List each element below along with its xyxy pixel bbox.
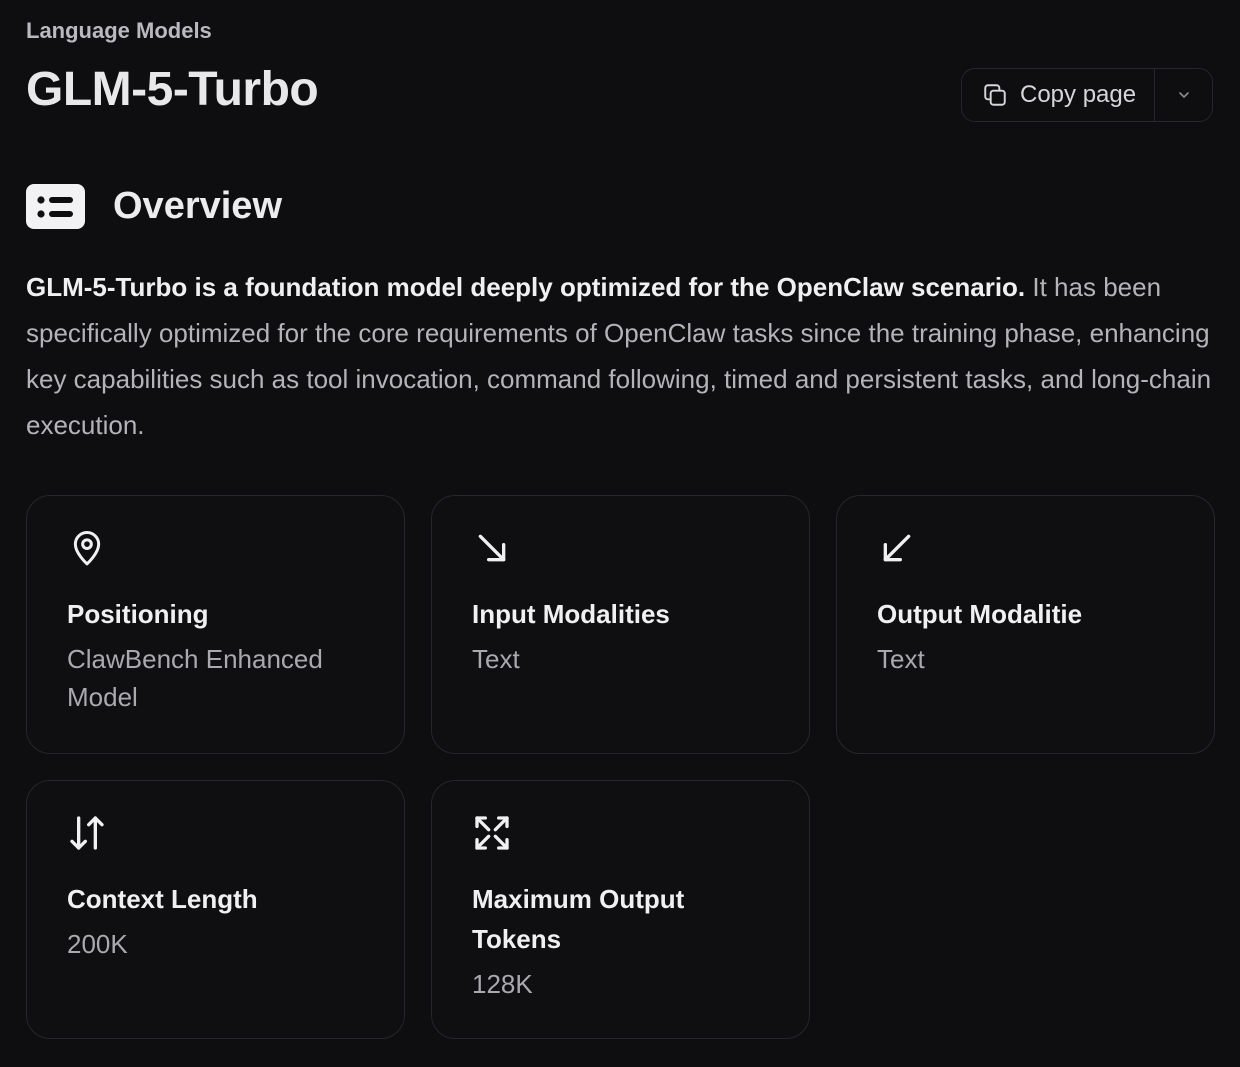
card-label: Context Length	[67, 884, 258, 914]
card-label: Input Modalities	[472, 599, 670, 629]
page-title: GLM-5-Turbo	[26, 63, 319, 116]
copy-page-button[interactable]: Copy page	[962, 69, 1156, 121]
card-context-length: Context Length 200K	[26, 780, 405, 1039]
card-value: Text	[472, 644, 520, 674]
card-input-modalities: Input Modalities Text	[431, 495, 810, 754]
chevron-down-icon	[1176, 87, 1192, 103]
copy-page-label: Copy page	[1020, 81, 1137, 108]
card-value: 128K	[472, 969, 533, 999]
overview-title: Overview	[113, 185, 282, 227]
card-positioning: Positioning ClawBench Enhanced Model	[26, 495, 405, 754]
card-label: Maximum Output Tokens	[472, 884, 685, 954]
page: Language Models GLM-5-Turbo Copy page Ov…	[0, 0, 1240, 1067]
card-max-output-tokens: Maximum Output Tokens 128K	[431, 780, 810, 1039]
card-value: ClawBench Enhanced Model	[67, 644, 323, 712]
expand-icon	[472, 813, 512, 853]
map-pin-icon	[67, 528, 107, 568]
card-value: 200K	[67, 929, 128, 959]
copy-page-dropdown-button[interactable]	[1155, 69, 1212, 121]
arrows-up-down-icon	[67, 813, 107, 853]
breadcrumb[interactable]: Language Models	[26, 18, 212, 44]
card-label: Output Modalitie	[877, 599, 1083, 629]
copy-icon	[982, 82, 1008, 108]
list-icon	[26, 184, 85, 229]
overview-description: GLM-5-Turbo is a foundation model deeply…	[26, 264, 1216, 448]
card-value: Text	[877, 644, 925, 674]
overview-description-bold: GLM-5-Turbo is a foundation model deeply…	[26, 272, 1026, 302]
arrow-down-right-icon	[472, 528, 512, 568]
card-label: Positioning	[67, 599, 209, 629]
copy-page-group: Copy page	[961, 68, 1213, 122]
arrow-down-left-icon	[877, 528, 917, 568]
overview-heading: Overview	[26, 184, 282, 229]
card-output-modalities: Output Modalitie Text	[836, 495, 1215, 754]
